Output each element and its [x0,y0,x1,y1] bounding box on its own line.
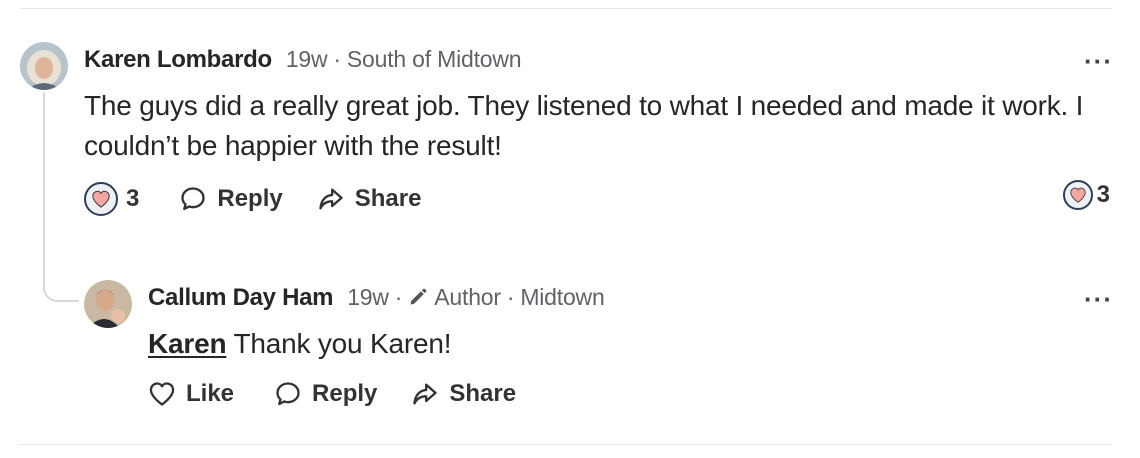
more-options-button[interactable]: ··· [1084,286,1113,312]
reply-meta: 19w · Author · Midtown [347,284,605,311]
share-arrow-icon [413,383,438,405]
heart-icon [84,182,118,216]
reply-label: Reply [312,380,378,407]
timestamp[interactable]: 19w [286,46,328,72]
avatar-karen[interactable] [20,42,68,90]
reply-text: Karen Thank you Karen! [148,324,451,364]
pencil-icon [410,288,427,305]
location: South of Midtown [346,46,522,72]
location: Midtown [520,284,605,310]
reply-body: Thank you Karen! [226,328,452,359]
reply-button[interactable]: Reply [274,380,377,408]
reply-header: Callum Day Ham 19w · Author · Midtown [148,284,605,312]
share-arrow-icon [319,188,343,210]
reply-label: Reply [217,185,283,212]
heart-icon [1062,180,1093,210]
heart-outline-icon [149,382,175,406]
comment-header: Karen Lombardo 19w · South of Midtown [84,46,522,74]
avatar-callum[interactable] [84,280,132,328]
thread-connector [43,92,79,302]
more-options-button[interactable]: ··· [1084,48,1113,74]
share-button[interactable]: Share [317,185,422,213]
mention-link[interactable]: Karen [148,328,227,359]
reaction-summary[interactable]: 3 [1062,180,1110,210]
reaction-button[interactable]: 3 [84,182,139,216]
reply-actions: Like Reply Share [148,380,550,408]
speech-bubble-icon [181,187,206,211]
comment-text: The guys did a really great job. They li… [84,90,1084,161]
meta-separator: · [333,46,341,72]
like-button[interactable]: Like [148,380,234,408]
like-label: Like [186,380,235,407]
meta-separator: · [394,284,403,310]
share-label: Share [354,185,422,212]
reply-button[interactable]: Reply [179,185,283,213]
timestamp[interactable]: 19w [347,284,389,310]
comment-meta: 19w · South of Midtown [286,46,522,73]
author-name[interactable]: Karen Lombardo [84,46,272,74]
author-role: Author [434,284,501,310]
share-button[interactable]: Share [411,380,516,408]
speech-bubble-icon [276,382,300,406]
reaction-count: 3 [126,185,140,212]
comment-actions: 3 Reply Share [84,182,455,216]
author-name[interactable]: Callum Day Ham [148,284,334,312]
share-label: Share [449,380,517,407]
meta-separator: · [506,284,515,310]
bottom-divider [20,444,1112,445]
top-divider [20,8,1112,9]
reaction-summary-count: 3 [1096,181,1110,208]
